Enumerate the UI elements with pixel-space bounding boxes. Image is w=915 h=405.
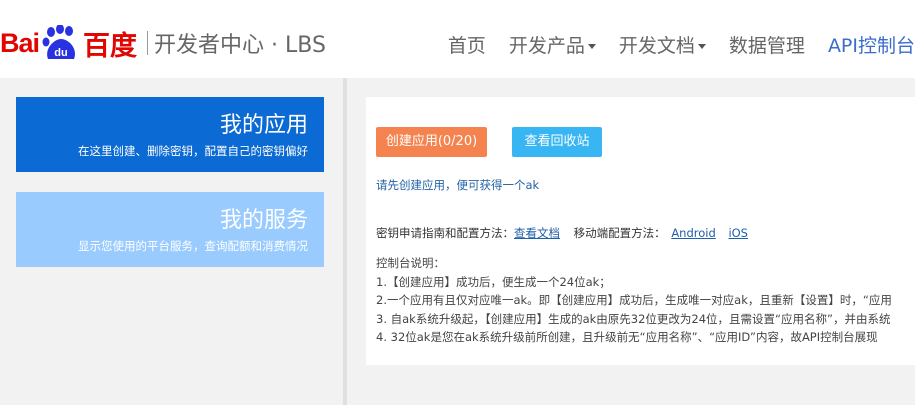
top-nav: 首页 开发产品 开发文档 数据管理 API控制台 [425,28,915,60]
create-app-hint: 请先创建应用，便可获得一个ak [376,178,540,192]
logo-text-brand: 百度 [83,30,138,61]
logo-subtitle: 开发者中心 · LBS [154,33,326,58]
logo-separator [147,31,149,55]
column-divider [343,78,347,405]
tip-item: 3. 自ak系统升级起，【创建应用】生成的ak由原先32位更改为24位，且需设置… [376,311,891,326]
nav-products-label: 开发产品 [508,34,585,57]
baidu-logo[interactable]: Bai du 百度 开发者中心 · LBS [0,18,326,68]
nav-data-management[interactable]: 数据管理 [729,31,805,58]
tip-item: 2.一个应用有且仅对应唯一ak。即【创建应用】成功后，生成唯一对应ak，且重新【… [376,293,892,307]
app-panel: 创建应用(0/20) 查看回收站 请先创建应用，便可获得一个ak 密钥申请指南和… [366,97,915,365]
my-services-title: 我的服务 [219,208,308,233]
baidu-paw-icon: du [40,24,82,61]
nav-docs-label: 开发文档 [618,34,695,57]
tip-item: 4. 32位ak是您在ak系统升级前所创建，且升级前无“应用名称”、“应用ID”… [376,330,878,344]
logo-text-bai: Bai [0,27,40,58]
mobile-prefix: 移动端配置方法： [573,226,666,240]
logo-du-text: du [54,47,67,59]
my-services-desc: 显示您使用的平台服务，查询配额和消费情况 [78,239,308,253]
caret-down-icon [697,43,706,49]
recycle-bin-button[interactable]: 查看回收站 [512,127,602,157]
create-app-button[interactable]: 创建应用(0/20) [376,127,487,157]
my-services-card[interactable]: 我的服务 显示您使用的平台服务，查询配额和消费情况 [16,192,324,267]
nav-api-console[interactable]: API控制台 [828,31,915,58]
ios-link[interactable]: iOS [728,226,748,240]
my-apps-title: 我的应用 [219,113,308,138]
tips-title: 控制台说明： [376,256,445,270]
view-docs-link[interactable]: 查看文档 [514,226,560,240]
my-apps-desc: 在这里创建、删除密钥，配置自己的密钥偏好 [78,144,308,158]
nav-docs[interactable]: 开发文档 [619,31,706,58]
console-tips: 控制台说明： 1.【创建应用】成功后，便生成一个24位ak； 2.一个应用有且仅… [376,254,915,347]
nav-products[interactable]: 开发产品 [509,31,596,58]
nav-home[interactable]: 首页 [448,31,486,58]
caret-down-icon [587,43,596,49]
my-apps-card[interactable]: 我的应用 在这里创建、删除密钥，配置自己的密钥偏好 [16,97,324,172]
docs-prefix: 密钥申请指南和配置方法： [376,226,514,240]
header: Bai du 百度 开发者中心 · LBS 首页 开发产品 开发文档 数据管理 … [0,0,915,78]
tip-item: 1.【创建应用】成功后，便生成一个24位ak； [376,274,611,289]
android-link[interactable]: Android [671,226,715,240]
docs-line: 密钥申请指南和配置方法：查看文档 移动端配置方法： Android iOS [376,225,748,241]
